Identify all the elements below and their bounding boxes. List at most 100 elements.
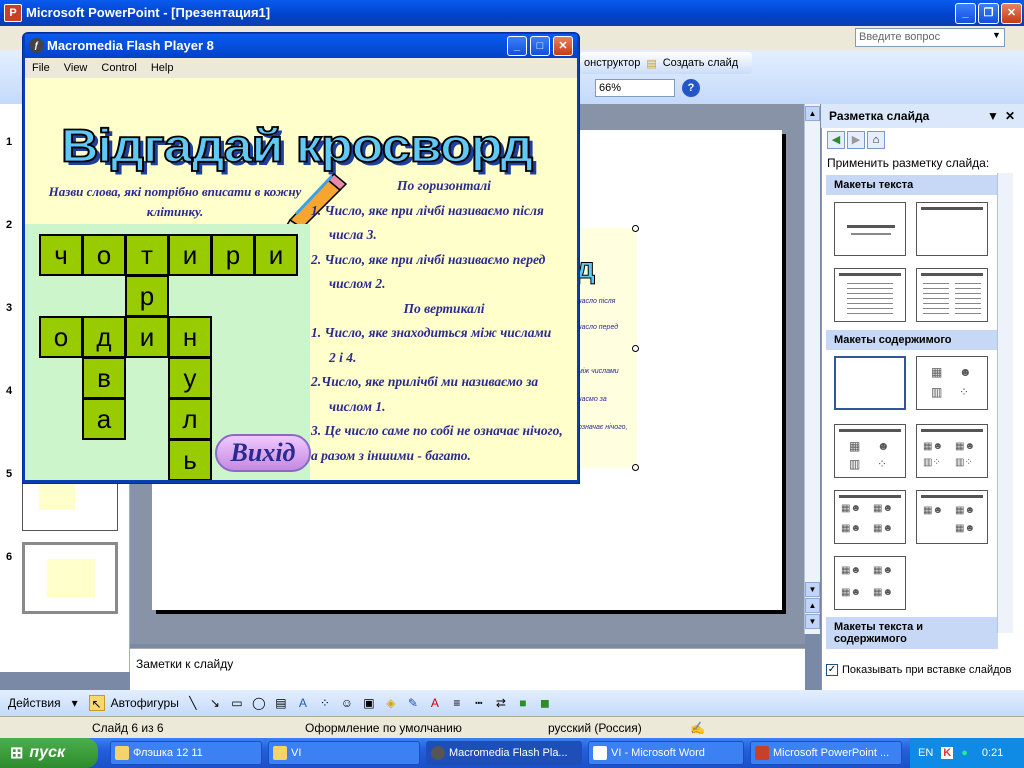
diagram-icon[interactable]: ⁘ <box>317 695 333 711</box>
minimize-button[interactable]: _ <box>507 36 527 56</box>
designer-button[interactable]: онструктор <box>584 57 640 69</box>
start-label: пуск <box>29 744 66 761</box>
back-icon[interactable]: ◀ <box>827 131 845 149</box>
formatting-toolbar-strip: онструктор ▤ Создать слайд <box>580 52 752 74</box>
slide-number: 5 <box>6 468 13 480</box>
checkbox-icon[interactable]: ✓ <box>826 664 838 676</box>
show-on-insert-option[interactable]: ✓ Показывать при вставке слайдов <box>826 664 1012 676</box>
ask-question-input[interactable]: Введите вопрос <box>855 28 1005 47</box>
clipart-icon[interactable]: ☺ <box>339 695 355 711</box>
rectangle-icon[interactable]: ▭ <box>229 695 245 711</box>
forward-icon[interactable]: ▶ <box>847 131 865 149</box>
layout-content[interactable]: ▦ ☻ ▥ ⁘ <box>916 356 988 410</box>
picture-icon[interactable]: ▣ <box>361 695 377 711</box>
oval-icon[interactable]: ◯ <box>251 695 267 711</box>
resize-handle[interactable] <box>632 345 639 352</box>
layout-title[interactable] <box>916 202 988 256</box>
new-slide-button[interactable]: Создать слайд <box>663 57 738 69</box>
table-icon: ▦☻ <box>873 587 893 598</box>
wordart-icon[interactable]: A <box>295 695 311 711</box>
3d-icon[interactable]: ◼ <box>537 695 553 711</box>
layout-title-only[interactable] <box>834 202 906 256</box>
slide-flash-object[interactable]: д часло після часло перед між числами ча… <box>575 228 637 468</box>
arrow-style-icon[interactable]: ⇄ <box>493 695 509 711</box>
layout-title-four-content[interactable]: ▦☻ ▦☻ ▦☻ ▦☻ <box>834 490 906 544</box>
menu-help[interactable]: Help <box>151 62 174 74</box>
resize-handle[interactable] <box>632 225 639 232</box>
help-icon[interactable]: ? <box>682 79 700 97</box>
antivirus-icon[interactable]: K <box>941 747 954 759</box>
layout-blank[interactable] <box>834 356 906 410</box>
powerpoint-title-bar: P Microsoft PowerPoint - [Презентация1] … <box>0 0 1024 26</box>
section-text-layouts: Макеты текста <box>826 175 998 195</box>
dash-style-icon[interactable]: ┅ <box>471 695 487 711</box>
restore-button[interactable]: ❐ <box>978 3 999 24</box>
taskbar-item-folder-vi[interactable]: VI <box>268 741 420 765</box>
menu-file[interactable]: File <box>32 62 50 74</box>
select-pointer-icon[interactable]: ↖ <box>88 695 105 711</box>
table-icon: ▦☻ <box>873 523 893 534</box>
autoshapes-menu[interactable]: Автофигуры <box>111 696 179 710</box>
layout-title-content[interactable]: ▦ ☻ ▥ ⁘ <box>834 424 906 478</box>
flash-window-title: Macromedia Flash Player 8 <box>47 38 214 53</box>
start-button[interactable]: ⊞ пуск <box>0 738 98 768</box>
person-icon: ☻ <box>877 439 890 453</box>
word-icon <box>593 746 607 760</box>
taskbar-item-powerpoint[interactable]: Microsoft PowerPoint ... <box>750 741 902 765</box>
previous-slide-button[interactable]: ▲ <box>805 598 820 613</box>
layout-two-columns[interactable] <box>916 268 988 322</box>
crossword-hint: Назви слова, які потрібно вписати в кожн… <box>48 184 302 219</box>
tray-icon[interactable]: ● <box>961 747 968 759</box>
table-icon: ▦☻ <box>841 523 861 534</box>
zoom-select[interactable]: 66% <box>595 79 675 97</box>
taskbar-item-word[interactable]: VI - Microsoft Word <box>588 741 744 765</box>
chevron-down-icon[interactable]: ▼ <box>992 30 1001 40</box>
close-button[interactable]: ✕ <box>1001 3 1022 24</box>
crossword-cell: и <box>254 234 298 276</box>
fill-color-icon[interactable]: ◈ <box>383 695 399 711</box>
task-pane-scrollbar[interactable] <box>997 173 1013 633</box>
textbox-icon[interactable]: ▤ <box>273 695 289 711</box>
language-indicator[interactable]: EN <box>918 747 933 759</box>
next-slide-button[interactable]: ▼ <box>805 614 820 629</box>
task-label: VI <box>291 747 302 759</box>
shadow-icon[interactable]: ■ <box>515 695 531 711</box>
clue-v1-cont: 2 і 4. <box>329 349 357 365</box>
table-icon: ▦☻ <box>955 523 975 534</box>
scroll-up-button[interactable]: ▲ <box>805 106 820 121</box>
slide-thumbnail-6[interactable] <box>22 542 118 614</box>
close-button[interactable]: ✕ <box>553 36 573 56</box>
scroll-down-button[interactable]: ▼ <box>805 582 820 597</box>
font-color-icon[interactable]: A <box>427 695 443 711</box>
menu-control[interactable]: Control <box>101 62 136 74</box>
clue-fragment: часмо за <box>578 396 607 403</box>
chevron-down-icon[interactable]: ▼ <box>987 104 999 128</box>
clue-fragment: часло перед <box>578 324 619 331</box>
maximize-button[interactable]: □ <box>530 36 550 56</box>
taskbar-item-flash-player[interactable]: Macromedia Flash Pla... <box>426 741 582 765</box>
actions-menu[interactable]: Действия <box>8 696 61 710</box>
close-icon[interactable]: ✕ <box>1005 104 1015 128</box>
menu-view[interactable]: View <box>64 62 88 74</box>
exit-button[interactable]: Вихід <box>215 434 311 472</box>
crossword-cell: а <box>82 398 126 440</box>
layout-two-content[interactable]: ▦☻ ▦☻ ▥⁘ ▥⁘ <box>916 424 988 478</box>
task-pane-header: Разметка слайда ▼ ✕ <box>821 104 1024 128</box>
home-icon[interactable]: ⌂ <box>867 131 885 149</box>
minimize-button[interactable]: _ <box>955 3 976 24</box>
slide-number: 4 <box>6 385 13 397</box>
layout-four-content[interactable]: ▦☻ ▦☻ ▦☻ ▦☻ <box>834 556 906 610</box>
arrow-icon[interactable]: ↘ <box>207 695 223 711</box>
task-pane-nav: ◀ ▶ ⌂ <box>827 131 907 149</box>
line-style-icon[interactable]: ≡ <box>449 695 465 711</box>
taskbar-item-folder-flash[interactable]: Флэшка 12 11 <box>110 741 262 765</box>
line-color-icon[interactable]: ✎ <box>405 695 421 711</box>
resize-handle[interactable] <box>632 464 639 471</box>
crossword-cell: ч <box>39 234 83 276</box>
vertical-scrollbar[interactable] <box>804 104 820 634</box>
line-icon[interactable]: ╲ <box>185 695 201 711</box>
layout-title-three-content[interactable]: ▦☻ ▦☻ ▦☻ <box>916 490 988 544</box>
notes-pane[interactable]: Заметки к слайду <box>130 648 805 690</box>
layout-title-and-text[interactable] <box>834 268 906 322</box>
windows-logo-icon: ⊞ <box>10 745 24 762</box>
